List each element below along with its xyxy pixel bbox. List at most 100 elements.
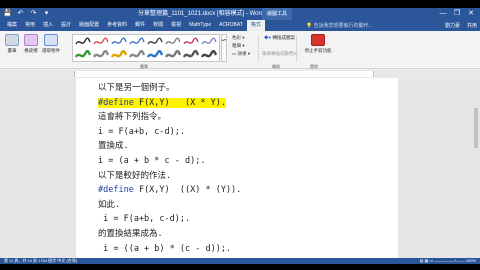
tab-acrobat[interactable]: ACROBAT (215, 20, 247, 31)
stop-inking-button[interactable]: 停止手寫功能 (304, 34, 332, 54)
line-text: 這會將下列指令。 (98, 112, 167, 123)
select-objects-button[interactable]: 選取物件 (42, 34, 60, 54)
quick-access-toolbar: 💾 ↶ ↷ ▾ (3, 9, 51, 19)
line-text: F(X,Y) ((X) * (Y)). (133, 185, 242, 196)
share-button[interactable]: 共用 (467, 22, 477, 29)
pen-preset[interactable] (74, 36, 92, 48)
convert-to-shape-label: 轉換成圖案 (272, 35, 295, 40)
line-text: 以下是較好的作法. (98, 170, 172, 181)
document-line: 的置換結果成為. (98, 229, 163, 240)
pen-stroke-sample (182, 49, 200, 58)
line-text: i = F(a+b, c-d);. (98, 214, 191, 225)
pen-preset[interactable] (146, 49, 164, 61)
pen-stroke-sample (201, 37, 217, 45)
line-content: i = F(a+b, c-d);. (98, 214, 190, 224)
tab-view[interactable]: 檢視 (167, 20, 185, 31)
eraser-label: 橡皮擦 (24, 48, 38, 53)
status-view-zoom[interactable]: ▤ ▦ ▭ —————+—— 100% (420, 258, 476, 264)
preprocessor-keyword: #define (98, 97, 134, 108)
pen-gallery[interactable] (72, 34, 220, 62)
document-line: 置換成. (98, 141, 129, 152)
pen-preset[interactable] (128, 36, 146, 48)
shapes-icon: ◆● (264, 35, 272, 40)
pen-stroke-sample (111, 37, 127, 45)
redo-icon[interactable]: ↷ (29, 9, 38, 19)
ribbon-group-labels: 畫筆 轉換 關閉 (0, 64, 480, 69)
tab-design[interactable]: 設計 (57, 20, 75, 31)
pen-stroke-sample (92, 49, 110, 58)
document-title: 分章整理篇_1101_1021.docx [相容模式] - Word (138, 11, 264, 17)
pen-button[interactable]: 畫筆 (3, 34, 21, 54)
gallery-scroll[interactable]: ▴▾ (221, 34, 227, 62)
drawing-tools-context-tab: 繪圖工具 (262, 8, 293, 20)
eraser-button[interactable]: 橡皮擦 (22, 34, 40, 54)
vertical-scrollbar[interactable] (472, 78, 480, 258)
pen-preset[interactable] (146, 36, 164, 48)
tab-review[interactable]: 校閱 (149, 20, 167, 31)
pen-preset[interactable] (110, 49, 128, 61)
pen-preset[interactable] (164, 49, 182, 61)
document-line: #define F(X,Y) ((X) * (Y)). (98, 185, 241, 196)
customize-qat-icon[interactable]: ▾ (42, 9, 51, 19)
save-icon[interactable]: 💾 (3, 9, 12, 19)
pen-preset[interactable] (74, 49, 92, 61)
tab-mathtype[interactable]: MathType (185, 20, 215, 31)
line-text: F(X,Y) (X * Y). (133, 97, 226, 108)
pen-effects-dropdown[interactable]: ▭ 效果 ▾ (232, 51, 250, 57)
tab-insert[interactable]: 插入 (39, 20, 57, 31)
tab-format[interactable]: 格式 (246, 20, 265, 31)
document-page[interactable]: 以下是另一個例子。 #define F(X,Y) (X * Y). 這會將下列指令。… (76, 78, 398, 258)
pen-preset[interactable] (182, 49, 200, 61)
document-line: 這會將下列指令。 (98, 112, 166, 123)
horizontal-ruler[interactable] (0, 70, 480, 78)
document-line: 以下是較好的作法. (98, 171, 171, 182)
pen-stroke-sample (129, 37, 145, 45)
tab-mailings[interactable]: 郵件 (131, 20, 149, 31)
tab-file[interactable]: 檔案 (3, 20, 21, 31)
pen-stroke-sample (146, 49, 164, 58)
pen-stroke-sample (183, 37, 199, 45)
user-name[interactable]: 劉力豪 (445, 22, 460, 29)
tab-references[interactable]: 參考資料 (103, 20, 131, 31)
lightbulb-icon: 💡 (306, 23, 313, 29)
pen-preset[interactable] (182, 36, 200, 48)
preprocessor-keyword: #define (98, 185, 134, 196)
pen-stroke-sample (110, 49, 128, 58)
select-objects-label: 選取物件 (42, 48, 60, 53)
screen: 💾 ↶ ↷ ▾ 分章整理篇_1101_1021.docx [相容模式] - Wo… (0, 0, 480, 270)
pen-preset[interactable] (92, 49, 110, 61)
highlighted-text: #define F(X,Y) (X * Y). (98, 97, 226, 108)
pen-color-dropdown[interactable]: 色彩 ▾ (232, 35, 245, 41)
close-icon[interactable]: ✕ (464, 8, 478, 20)
document-line: #define F(X,Y) (X * Y). (98, 97, 226, 109)
stop-inking-label: 停止手寫功能 (304, 48, 332, 53)
document-line: 以下是另一個例子。 (98, 83, 175, 94)
minimize-icon[interactable]: — (436, 8, 450, 20)
pen-preset[interactable] (200, 49, 218, 61)
pen-preset[interactable] (200, 36, 218, 48)
undo-icon[interactable]: ↶ (16, 9, 25, 19)
pen-thickness-dropdown[interactable]: 粗細 ▾ (232, 43, 245, 49)
ink-to-math-button[interactable]: 筆跡轉換成數學式 (262, 51, 298, 57)
pen-stroke-sample (128, 49, 146, 58)
scrollbar-thumb[interactable] (474, 108, 478, 148)
tell-me-search[interactable]: 💡 告訴我您想要執行的動作... (306, 22, 373, 29)
tab-layout[interactable]: 版面配置 (75, 20, 103, 31)
pen-preset[interactable] (92, 36, 110, 48)
status-left: 第 11 頁，共 14 頁 1764 個字 中文 (台灣) (4, 258, 78, 263)
line-text: i = F(a+b, c-d);. (98, 126, 185, 137)
document-line: i = (a + b * c - d);. (98, 156, 205, 167)
convert-to-shape-button[interactable]: ◆● 轉換成圖案 (264, 35, 295, 41)
line-text: 以下是另一個例子。 (98, 83, 175, 93)
ribbon-tabs-bar: 檔案 常用 插入 設計 版面配置 參考資料 郵件 校閱 檢視 MathType … (0, 20, 480, 31)
tab-home[interactable]: 常用 (21, 20, 39, 31)
pen-preset[interactable] (128, 49, 146, 61)
pen-preset[interactable] (110, 36, 128, 48)
group-separator (258, 35, 259, 62)
pen-preset[interactable] (164, 36, 182, 48)
line-content: 的置換結果成為. (98, 229, 163, 239)
restore-icon[interactable]: ❐ (450, 8, 464, 20)
pen-label: 畫筆 (7, 48, 17, 53)
title-bar: 💾 ↶ ↷ ▾ 分章整理篇_1101_1021.docx [相容模式] - Wo… (0, 8, 480, 20)
line-content: i = F(a+b, c-d);. (98, 127, 185, 137)
